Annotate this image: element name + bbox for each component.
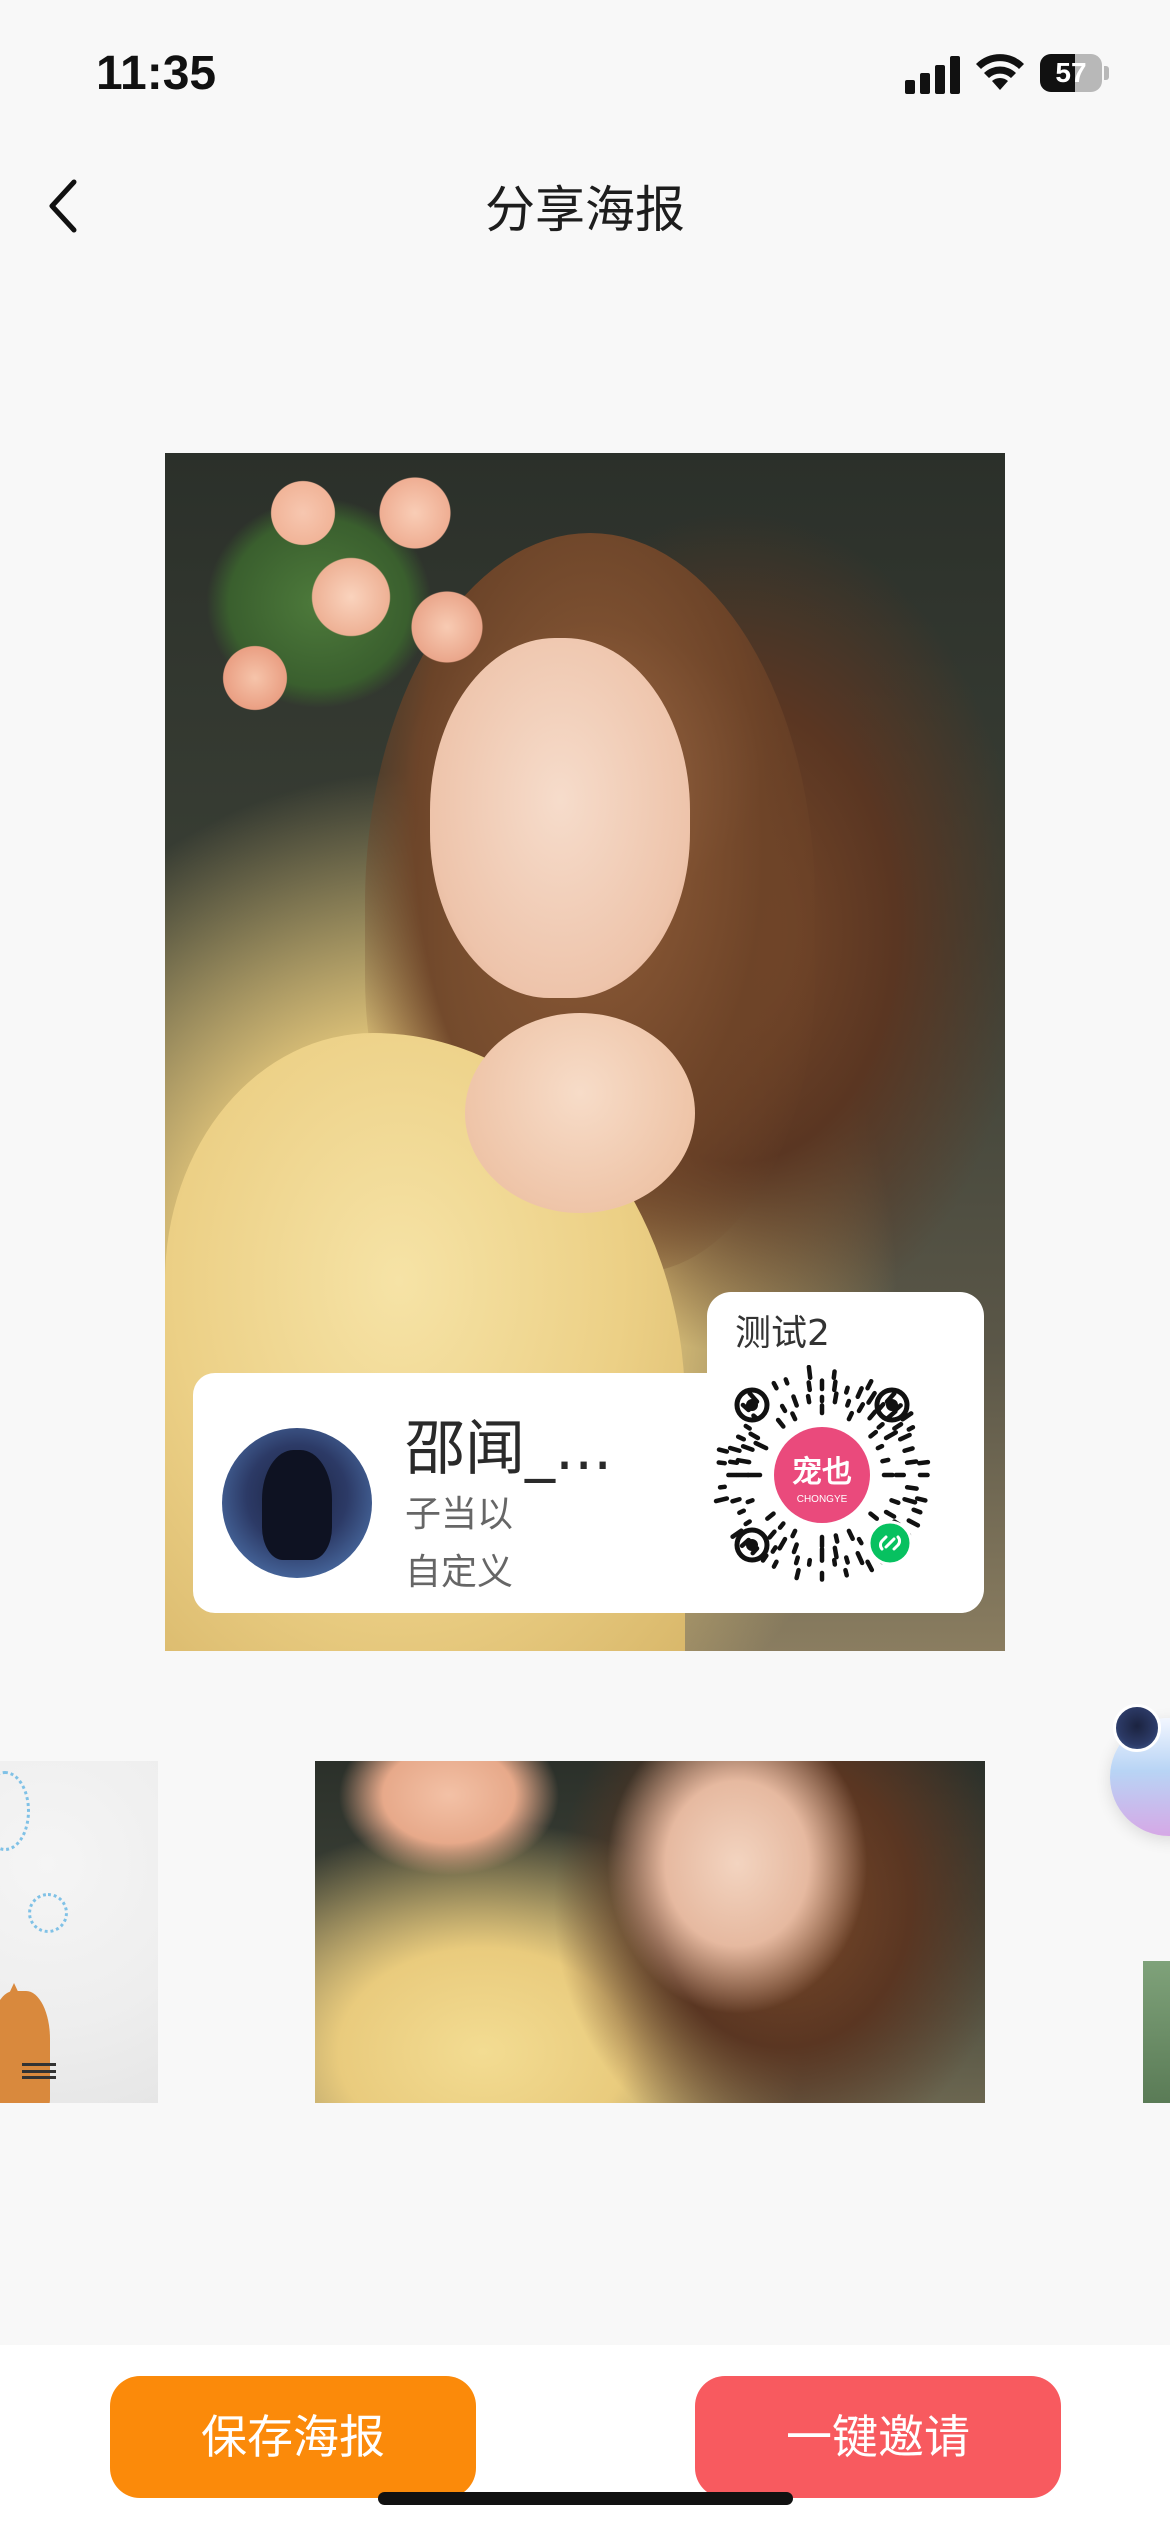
poster-photo-shoulder	[465, 1013, 695, 1213]
floating-avatar	[1113, 1704, 1161, 1752]
wifi-icon	[976, 54, 1024, 90]
template-thumbnail-photo[interactable]	[315, 1761, 985, 2103]
save-poster-button[interactable]: 保存海报	[110, 2376, 476, 2498]
invite-button[interactable]: 一键邀请	[695, 2376, 1061, 2498]
mini-program-qr-code: 宠也 CHONGYE	[713, 1365, 931, 1582]
avatar	[222, 1428, 372, 1578]
user-name: 邵闻_...	[405, 1414, 613, 1484]
status-time: 11:35	[96, 47, 217, 100]
battery-icon: 57	[1040, 54, 1110, 92]
home-indicator	[378, 2492, 793, 2505]
battery-level: 57	[1055, 57, 1087, 88]
page-title: 分享海报	[485, 181, 685, 239]
qr-logo-subtext: CHONGYE	[797, 1494, 848, 1505]
poster-photo-flowers	[175, 453, 495, 753]
template-thumbnail-next[interactable]	[1143, 1961, 1170, 2103]
user-subtitle-2: 自定义	[405, 1552, 514, 1593]
template-thumbnail-cartoon[interactable]	[0, 1761, 158, 2103]
qr-logo-text: 宠也	[792, 1455, 852, 1490]
status-bar: 11:35 57	[0, 0, 1170, 140]
user-subtitle-1: 子当以	[405, 1494, 514, 1535]
qr-label: 测试2	[735, 1313, 830, 1354]
signal-icon	[905, 56, 960, 94]
